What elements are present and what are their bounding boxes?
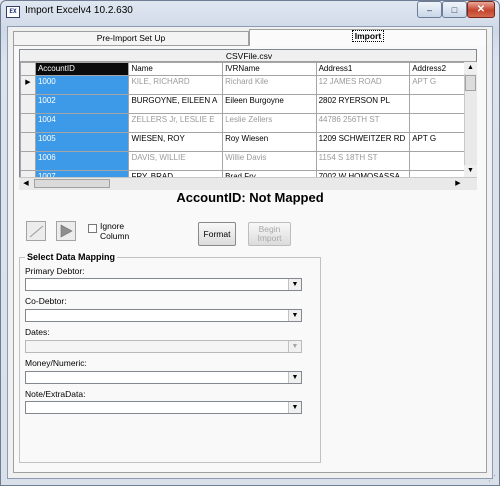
scroll-right-icon[interactable]: ▶ <box>452 177 464 190</box>
row-header[interactable] <box>20 113 36 133</box>
co-debtor-select[interactable]: ▼ <box>25 309 302 322</box>
chevron-down-icon[interactable]: ▼ <box>288 279 301 290</box>
cell-name[interactable]: KILE, RICHARD <box>128 75 224 95</box>
scroll-down-icon[interactable]: ▼ <box>464 165 477 177</box>
primary-debtor-select[interactable]: ▼ <box>25 278 302 291</box>
tab-import-label: Import <box>351 30 385 42</box>
note-extradata-select[interactable]: ▼ <box>25 401 302 414</box>
csv-data-grid[interactable]: CSVFile.csv AccountID Name IVRName Addre… <box>19 49 477 190</box>
table-row[interactable]: 1002 BURGOYNE, EILEEN A Eileen Burgoyne … <box>20 94 476 114</box>
close-icon: ✕ <box>476 4 486 15</box>
grid-corner <box>20 62 36 76</box>
scroll-left-icon[interactable]: ◀ <box>20 177 32 190</box>
dates-select[interactable]: ▼ <box>25 340 302 353</box>
chevron-down-icon[interactable]: ▼ <box>288 372 301 383</box>
cell-address1[interactable]: 1154 S 18TH ST <box>315 151 411 171</box>
cell-address1[interactable]: 44786 256TH ST <box>315 113 411 133</box>
horizontal-scroll-thumb[interactable] <box>34 179 110 188</box>
dates-label: Dates: <box>25 327 50 337</box>
cell-ivrname[interactable]: Leslie Zellers <box>222 113 317 133</box>
table-row[interactable]: 1005 WIESEN, ROY Roy Wiesen 1209 SCHWEIT… <box>20 132 476 152</box>
tab-pre-import-set-up[interactable]: Pre-Import Set Up <box>13 31 249 45</box>
ignore-column-checkbox[interactable] <box>88 224 97 233</box>
cell-name[interactable]: DAVIS, WILLIE <box>128 151 224 171</box>
money-numeric-select[interactable]: ▼ <box>25 371 302 384</box>
cell-ivrname[interactable]: Willie Davis <box>222 151 317 171</box>
cell-accountid[interactable]: 1005 <box>34 132 130 152</box>
window-title: Import Excelv4 10.2.630 <box>25 5 133 16</box>
close-button[interactable]: ✕ <box>467 1 495 18</box>
chevron-down-icon[interactable]: ▼ <box>288 341 301 352</box>
previous-column-button[interactable] <box>26 221 46 241</box>
primary-debtor-label: Primary Debtor: <box>25 266 85 276</box>
current-row-icon: ▶ <box>25 79 31 86</box>
cell-accountid[interactable]: 1002 <box>34 94 130 114</box>
cell-accountid[interactable]: 1004 <box>34 113 130 133</box>
chevron-down-icon[interactable]: ▼ <box>288 402 301 413</box>
grid-header-row: AccountID Name IVRName Address1 Address2 <box>20 62 476 76</box>
column-header-ivrname[interactable]: IVRName <box>222 62 317 76</box>
table-row[interactable]: 1006 DAVIS, WILLIE Willie Davis 1154 S 1… <box>20 151 476 171</box>
cell-name[interactable]: WIESEN, ROY <box>128 132 224 152</box>
chevron-down-icon[interactable]: ▼ <box>288 310 301 321</box>
cell-accountid[interactable]: 1006 <box>34 151 130 171</box>
co-debtor-label: Co-Debtor: <box>25 296 67 306</box>
format-button[interactable]: Format <box>198 222 236 246</box>
next-column-button[interactable] <box>56 221 76 241</box>
maximize-icon: □ <box>451 4 458 15</box>
cell-address1[interactable]: 2802 RYERSON PL <box>315 94 411 114</box>
note-extradata-label: Note/ExtraData: <box>25 389 86 399</box>
table-row[interactable]: ▶ 1000 KILE, RICHARD Richard Kile 12 JAM… <box>20 75 476 95</box>
scroll-up-icon[interactable]: ▲ <box>464 62 477 74</box>
grid-caption: CSVFile.csv <box>20 50 476 62</box>
previous-column-icon <box>29 225 44 238</box>
cell-name[interactable]: ZELLERS Jr, LESLIE E <box>128 113 224 133</box>
table-row[interactable]: 1004 ZELLERS Jr, LESLIE E Leslie Zellers… <box>20 113 476 133</box>
cell-ivrname[interactable]: Richard Kile <box>222 75 317 95</box>
cell-name[interactable]: BURGOYNE, EILEEN A <box>128 94 224 114</box>
row-header[interactable]: ▶ <box>20 75 36 95</box>
column-header-address1[interactable]: Address1 <box>315 62 411 76</box>
maximize-button[interactable]: □ <box>442 1 467 18</box>
grid-table: AccountID Name IVRName Address1 Address2… <box>20 62 476 189</box>
cell-ivrname[interactable]: Roy Wiesen <box>222 132 317 152</box>
cell-ivrname[interactable]: Eileen Burgoyne <box>222 94 317 114</box>
row-header[interactable] <box>20 132 36 152</box>
resize-grip-icon[interactable]: ⋰ <box>488 474 498 484</box>
column-header-accountid[interactable]: AccountID <box>34 62 130 76</box>
row-header[interactable] <box>20 94 36 114</box>
money-numeric-label: Money/Numeric: <box>25 358 87 368</box>
mapping-status: AccountID: Not Mapped <box>176 190 324 205</box>
row-header[interactable] <box>20 151 36 171</box>
next-column-icon <box>60 224 73 238</box>
ignore-column-label[interactable]: Ignore Column <box>100 221 140 241</box>
cell-address1[interactable]: 1209 SCHWEITZER RD <box>315 132 411 152</box>
cell-address1[interactable]: 12 JAMES ROAD <box>315 75 411 95</box>
app-icon: EX <box>6 6 20 18</box>
vertical-scroll-thumb[interactable] <box>465 75 476 91</box>
begin-import-button[interactable]: Begin Import <box>248 222 291 246</box>
data-mapping-title: Select Data Mapping <box>25 252 118 262</box>
minimize-icon: – <box>426 4 432 15</box>
cell-accountid[interactable]: 1000 <box>34 75 130 95</box>
minimize-button[interactable]: – <box>417 1 442 18</box>
column-header-name[interactable]: Name <box>128 62 224 76</box>
tab-import[interactable]: Import <box>249 29 487 46</box>
